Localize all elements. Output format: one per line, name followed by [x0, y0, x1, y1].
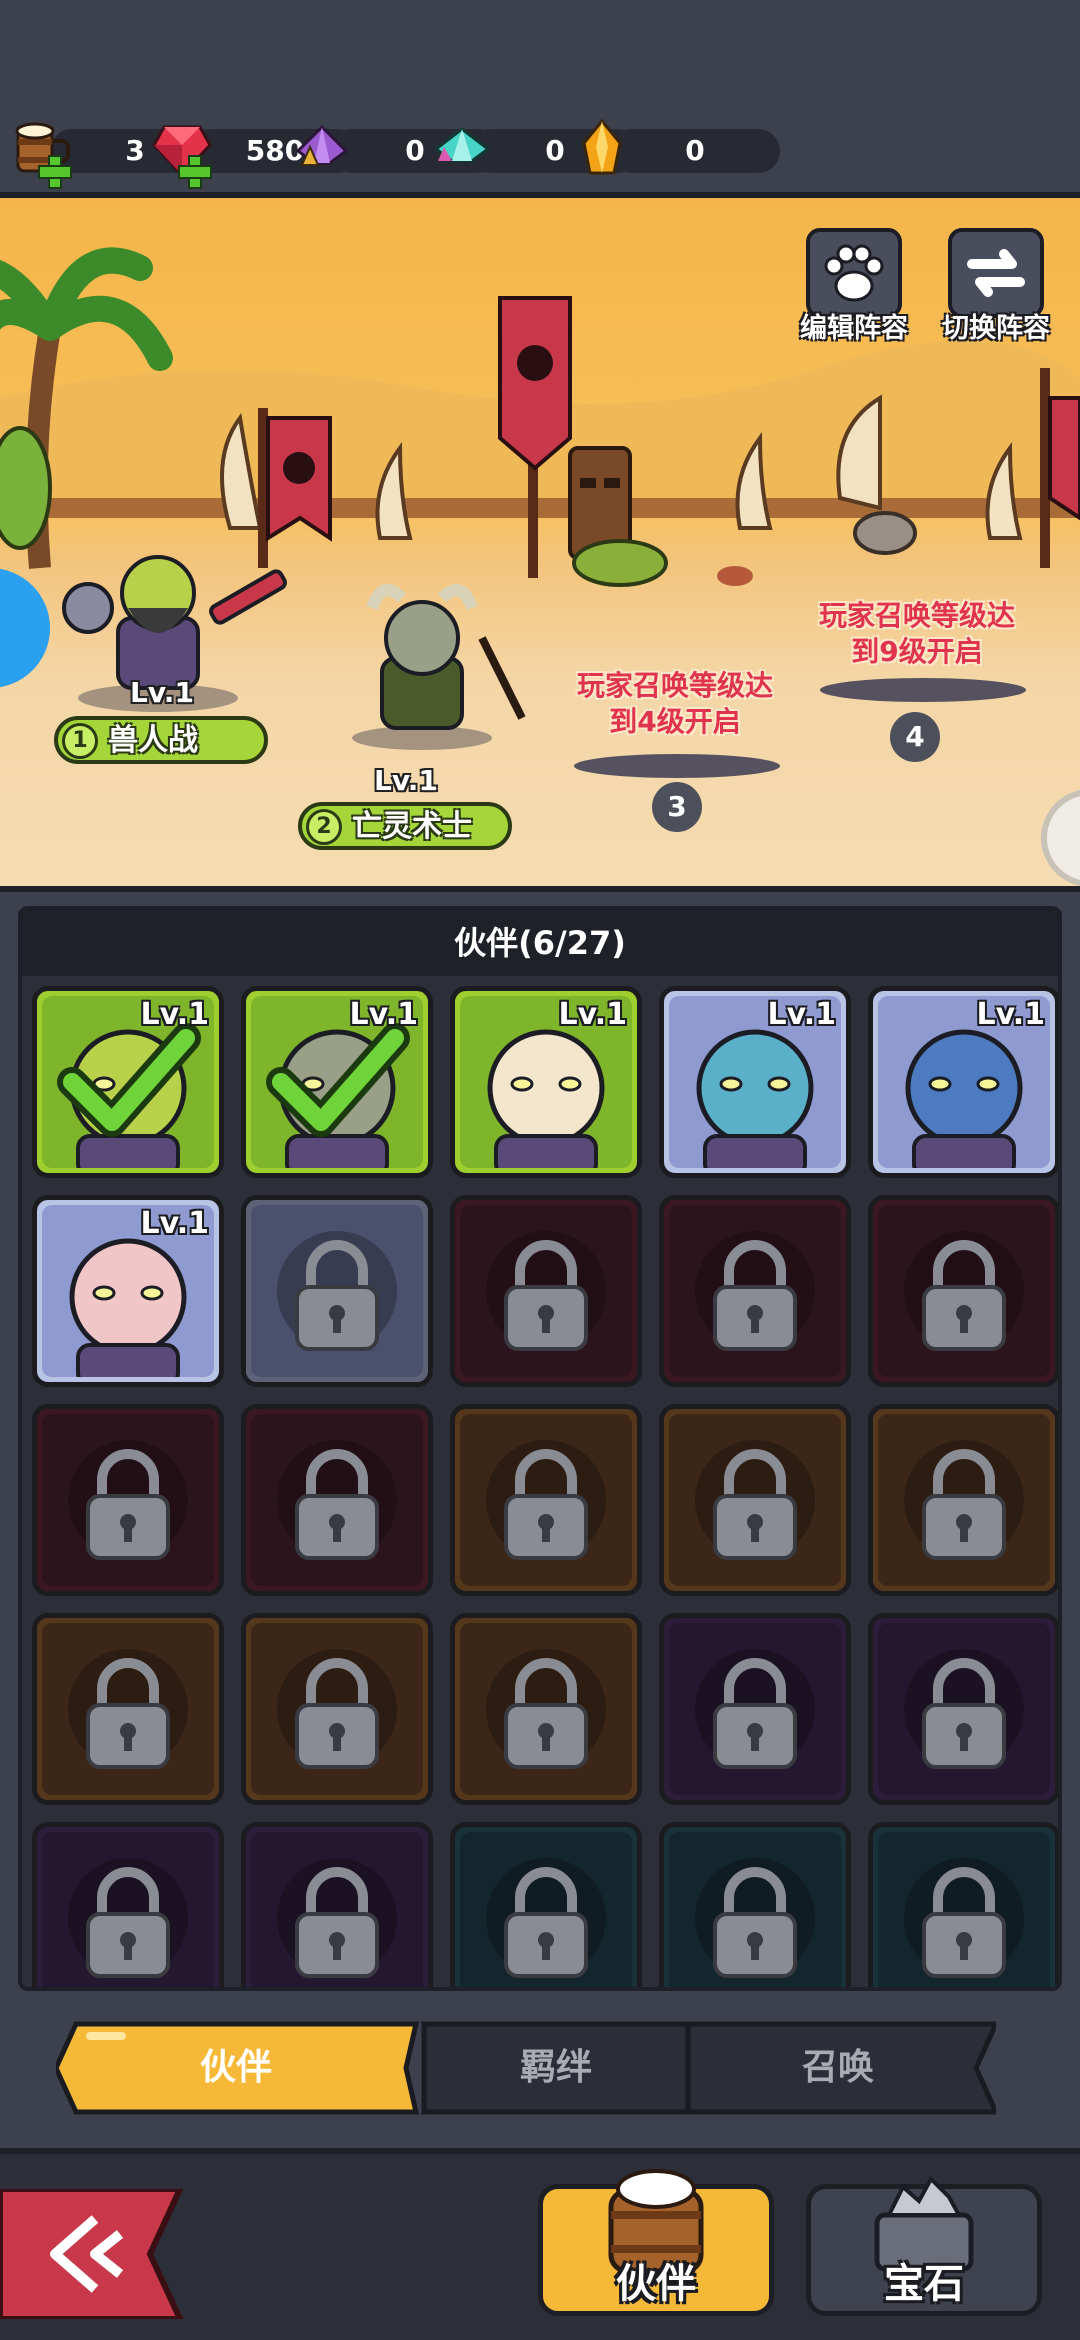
partner-card-locked[interactable] [659, 1404, 851, 1596]
padlock-icon [904, 1858, 1024, 1978]
padlock-icon [486, 1440, 606, 1560]
padlock-icon [277, 1858, 397, 1978]
hero-slot-2-tag[interactable]: 2 亡灵术士 [298, 802, 512, 850]
card-level: Lv.1 [140, 1206, 210, 1241]
padlock-icon [695, 1231, 815, 1351]
unlock-hint-line2: 到4级开启 [609, 705, 741, 738]
slot-number: 1 [62, 723, 98, 759]
padlock-icon [486, 1649, 606, 1769]
tab-bond[interactable]: 羁绊 [424, 2020, 688, 2116]
padlock-icon [904, 1231, 1024, 1351]
partner-card-locked[interactable] [241, 1404, 433, 1596]
hero-name: 亡灵术士 [352, 809, 472, 844]
card-level: Lv.1 [349, 997, 419, 1032]
partner-card-locked[interactable] [32, 1822, 224, 1987]
card-level: Lv.1 [140, 997, 210, 1032]
partner-card-locked[interactable] [659, 1613, 851, 1805]
add-plus-icon[interactable] [178, 155, 212, 189]
nav-gem-label: 宝石 [884, 2261, 964, 2307]
switch-formation-button[interactable] [948, 228, 1044, 318]
partner-card-locked[interactable] [450, 1404, 642, 1596]
tab-summon[interactable]: 召唤 [688, 2020, 988, 2116]
unlock-hint-line1: 玩家召唤等级达 [576, 669, 773, 702]
partner-card-locked[interactable] [241, 1195, 433, 1387]
unlock-hint-line2: 到9级开启 [851, 635, 983, 668]
partner-card-locked[interactable] [659, 1822, 851, 1987]
padlock-icon [695, 1858, 815, 1978]
padlock-icon [486, 1231, 606, 1351]
resource-bar: 3 580 0 0 0 [0, 0, 1080, 190]
partner-card-locked[interactable] [868, 1404, 1058, 1596]
partner-card[interactable]: Lv.1 [32, 986, 224, 1178]
partner-card-locked[interactable] [32, 1613, 224, 1805]
purple-crystal-icon [295, 124, 349, 166]
edit-formation-button[interactable] [806, 228, 902, 318]
padlock-icon [486, 1858, 606, 1978]
game-screen: 3 580 0 0 0 Lv.1 1 兽人战 Lv.1 2 亡灵术士 玩家召唤等… [0, 0, 1080, 2340]
slot-number: 2 [306, 809, 342, 845]
edit-formation-label: 编辑阵容 [800, 313, 908, 344]
partner-card-locked[interactable] [868, 1195, 1058, 1387]
hero-level: Lv.1 [374, 764, 438, 797]
paw-icon [824, 244, 884, 302]
panel-tabs: 伙伴 羁绊 召唤 [56, 2020, 996, 2116]
bottom-nav: 伙伴 宝石 [0, 2148, 1080, 2340]
partner-card-locked[interactable] [450, 1613, 642, 1805]
add-plus-icon[interactable] [38, 155, 72, 189]
nav-partner-button[interactable]: 伙伴 [538, 2169, 774, 2316]
undead-warlock-sprite[interactable] [322, 578, 542, 758]
slot-4-unlock-hint: 玩家召唤等级达 到9级开启 [782, 598, 1052, 670]
partner-card[interactable]: Lv.1 [450, 986, 642, 1178]
swap-arrows-icon [967, 249, 1025, 297]
padlock-icon [68, 1649, 188, 1769]
padlock-icon [904, 1649, 1024, 1769]
partner-card[interactable]: Lv.1 [32, 1195, 224, 1387]
partner-card[interactable]: Lv.1 [868, 986, 1058, 1178]
panel-title: 伙伴(6/27) [22, 910, 1058, 976]
battlefield: Lv.1 1 兽人战 Lv.1 2 亡灵术士 玩家召唤等级达 到4级开启 3 玩… [0, 192, 1080, 892]
partner-card[interactable]: Lv.1 [659, 986, 851, 1178]
card-level: Lv.1 [767, 997, 837, 1032]
orange-crystal-icon [582, 118, 622, 175]
padlock-icon [68, 1440, 188, 1560]
desert-scenery [0, 247, 1080, 886]
tab-partner[interactable]: 伙伴 [56, 2020, 416, 2116]
padlock-icon [277, 1649, 397, 1769]
hero-name: 兽人战 [108, 723, 198, 758]
padlock-icon [695, 1649, 815, 1769]
padlock-icon [68, 1858, 188, 1978]
padlock-icon [277, 1231, 397, 1351]
orange-crystal-count: 0 [685, 134, 705, 167]
padlock-icon [904, 1440, 1024, 1560]
slot-3-number: 3 [652, 782, 702, 832]
back-button[interactable] [0, 2189, 190, 2319]
nav-partner-label: 伙伴 [616, 2261, 696, 2307]
slot-4-number: 4 [890, 712, 940, 762]
slot-3-ground[interactable] [574, 754, 780, 778]
card-level: Lv.1 [558, 997, 628, 1032]
nav-gem-button[interactable]: 宝石 [806, 2175, 1042, 2316]
partner-card[interactable]: Lv.1 [241, 986, 433, 1178]
hero-level: Lv.1 [130, 676, 194, 709]
partner-card-locked[interactable] [241, 1822, 433, 1987]
partner-card-locked[interactable] [868, 1822, 1058, 1987]
padlock-icon [695, 1440, 815, 1560]
cyan-crystal-icon [433, 127, 491, 163]
padlock-icon [277, 1440, 397, 1560]
card-level: Lv.1 [976, 997, 1046, 1032]
slot-4-ground[interactable] [820, 678, 1026, 702]
partner-card-locked[interactable] [241, 1613, 433, 1805]
hero-slot-1-tag[interactable]: 1 兽人战 [54, 716, 268, 764]
slot-3-unlock-hint: 玩家召唤等级达 到4级开启 [540, 668, 810, 740]
partner-card-locked[interactable] [659, 1195, 851, 1387]
partner-panel: 伙伴(6/27) Lv.1 Lv.1 Lv.1 Lv.1 Lv.1 Lv.1 [18, 906, 1062, 1991]
partner-card-locked[interactable] [450, 1822, 642, 1987]
unlock-hint-line1: 玩家召唤等级达 [818, 599, 1015, 632]
switch-formation-label: 切换阵容 [942, 313, 1050, 344]
partner-card-locked[interactable] [868, 1613, 1058, 1805]
partner-card-locked[interactable] [450, 1195, 642, 1387]
partner-card-locked[interactable] [32, 1404, 224, 1596]
